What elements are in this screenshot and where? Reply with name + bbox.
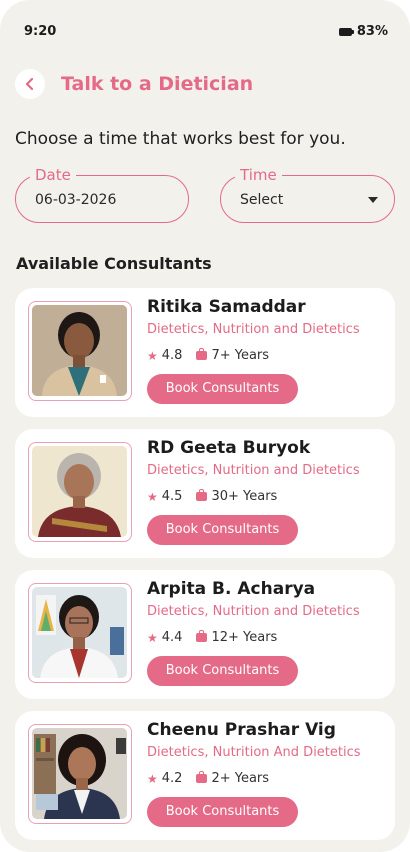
consultant-specialty: Dietetics, Nutrition and Dietetics bbox=[147, 463, 360, 478]
consultant-meta: ★ 4.2 2+ Years bbox=[147, 771, 269, 786]
consultant-specialty: Dietetics, Nutrition And Dietetics bbox=[147, 745, 361, 760]
star-icon: ★ bbox=[147, 771, 158, 786]
date-field[interactable]: Date 06-03-2026 bbox=[15, 166, 189, 223]
app-screen: 9:20 83% Talk to a Dietician Choose a ti… bbox=[0, 0, 410, 852]
status-bar: 9:20 83% bbox=[24, 24, 388, 44]
briefcase-icon bbox=[196, 489, 208, 501]
consultant-experience: 2+ Years bbox=[211, 771, 270, 786]
consultant-rating: 4.4 bbox=[161, 630, 183, 645]
chevron-left-icon bbox=[25, 77, 34, 91]
header: Talk to a Dietician bbox=[15, 68, 253, 100]
consultant-card: Arpita B. Acharya Dietetics, Nutrition a… bbox=[15, 570, 395, 699]
consultant-rating: 4.8 bbox=[161, 348, 183, 363]
consultant-photo-image bbox=[32, 305, 127, 396]
star-icon: ★ bbox=[147, 630, 158, 645]
book-consultant-button[interactable]: Book Consultants bbox=[147, 515, 298, 545]
book-consultant-button[interactable]: Book Consultants bbox=[147, 797, 298, 827]
battery-percent: 83% bbox=[356, 24, 388, 39]
consultant-photo bbox=[28, 301, 132, 401]
battery-indicator: 83% bbox=[338, 24, 388, 39]
consultant-name: Arpita B. Acharya bbox=[147, 579, 316, 599]
consultant-experience: 30+ Years bbox=[211, 489, 278, 504]
consultant-card: Ritika Samaddar Dietetics, Nutrition and… bbox=[15, 288, 395, 417]
consultant-card: Cheenu Prashar Vig Dietetics, Nutrition … bbox=[15, 711, 395, 840]
consultant-photo-image bbox=[32, 728, 127, 819]
time-select[interactable]: Time Select bbox=[220, 166, 395, 223]
battery-icon bbox=[338, 27, 354, 36]
consultant-experience: 7+ Years bbox=[211, 348, 270, 363]
page-title: Talk to a Dietician bbox=[61, 73, 254, 95]
back-button[interactable] bbox=[15, 69, 45, 99]
time-field-label: Time bbox=[235, 166, 282, 184]
page-subtitle: Choose a time that works best for you. bbox=[15, 129, 346, 149]
status-time: 9:20 bbox=[24, 24, 57, 39]
consultant-card: RD Geeta Buryok Dietetics, Nutrition and… bbox=[15, 429, 395, 558]
consultant-name: RD Geeta Buryok bbox=[147, 438, 311, 458]
briefcase-icon bbox=[196, 630, 208, 642]
consultant-rating: 4.2 bbox=[161, 771, 183, 786]
consultant-meta: ★ 4.8 7+ Years bbox=[147, 348, 269, 363]
chevron-down-icon bbox=[368, 197, 378, 203]
book-consultant-button[interactable]: Book Consultants bbox=[147, 374, 298, 404]
briefcase-icon bbox=[196, 348, 208, 360]
consultant-name: Cheenu Prashar Vig bbox=[147, 720, 336, 740]
date-field-value: 06-03-2026 bbox=[35, 192, 117, 208]
briefcase-icon bbox=[196, 771, 208, 783]
consultant-photo-image bbox=[32, 587, 127, 678]
consultant-meta: ★ 4.4 12+ Years bbox=[147, 630, 277, 645]
star-icon: ★ bbox=[147, 348, 158, 363]
consultant-photo-image bbox=[32, 446, 127, 537]
consultant-experience: 12+ Years bbox=[211, 630, 278, 645]
book-consultant-button[interactable]: Book Consultants bbox=[147, 656, 298, 686]
star-icon: ★ bbox=[147, 489, 158, 504]
consultant-specialty: Dietetics, Nutrition and Dietetics bbox=[147, 604, 360, 619]
consultant-photo bbox=[28, 724, 132, 824]
consultant-specialty: Dietetics, Nutrition and Dietetics bbox=[147, 322, 360, 337]
section-title: Available Consultants bbox=[16, 254, 212, 273]
consultant-photo bbox=[28, 583, 132, 683]
time-field-value: Select bbox=[240, 192, 284, 208]
consultant-photo bbox=[28, 442, 132, 542]
consultant-name: Ritika Samaddar bbox=[147, 297, 306, 317]
consultant-meta: ★ 4.5 30+ Years bbox=[147, 489, 277, 504]
date-field-label: Date bbox=[30, 166, 76, 184]
consultant-rating: 4.5 bbox=[161, 489, 183, 504]
